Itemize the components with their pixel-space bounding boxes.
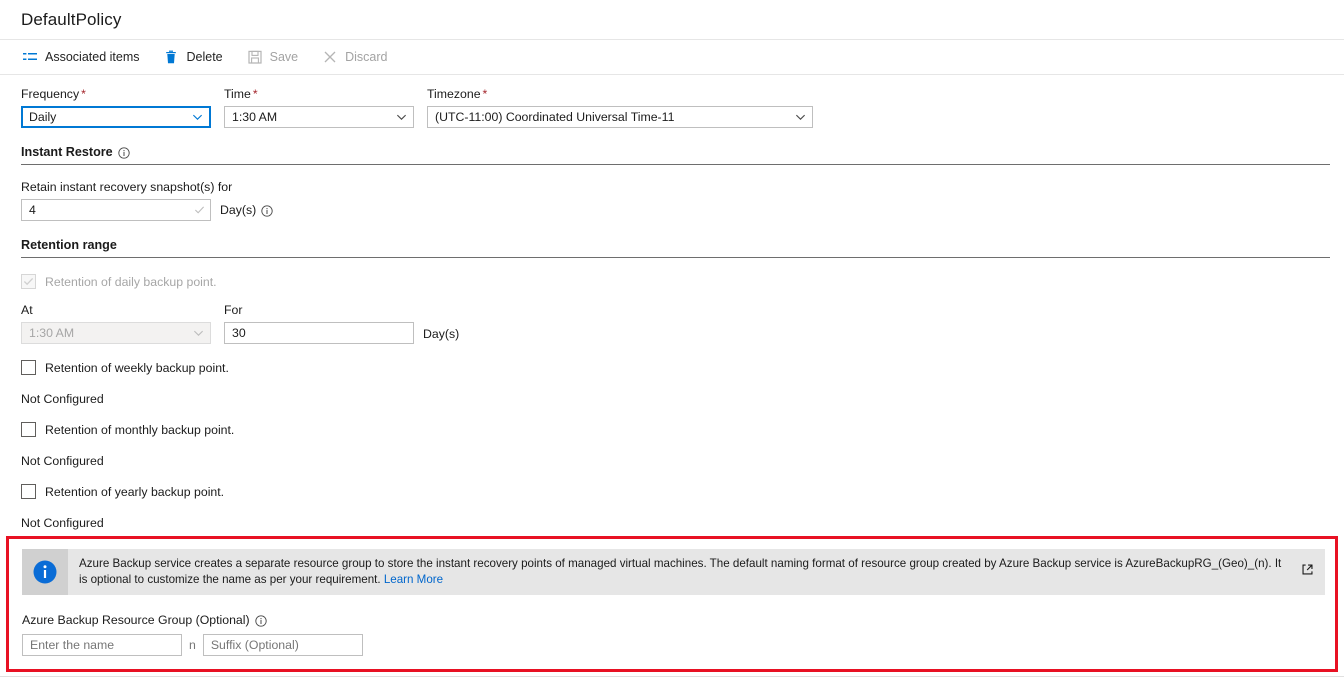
timezone-select[interactable]: (UTC-11:00) Coordinated Universal Time-1… bbox=[427, 106, 813, 128]
info-banner-icon-tile bbox=[22, 549, 68, 595]
discard-button[interactable]: Discard bbox=[318, 45, 397, 69]
resource-group-separator: n bbox=[189, 638, 196, 652]
monthly-status: Not Configured bbox=[21, 454, 104, 468]
timezone-field: Timezone * (UTC-11:00) Coordinated Univer… bbox=[427, 87, 813, 128]
info-icon[interactable] bbox=[254, 615, 267, 627]
weekly-status: Not Configured bbox=[21, 392, 104, 406]
required-marker: * bbox=[81, 87, 86, 101]
bottom-divider bbox=[0, 676, 1344, 677]
time-field: Time * 1:30 AM bbox=[224, 87, 414, 128]
yearly-retention-label: Retention of yearly backup point. bbox=[45, 484, 225, 499]
resource-group-suffix-input[interactable] bbox=[202, 634, 363, 656]
resource-group-name-input[interactable] bbox=[22, 634, 182, 656]
retain-days-field bbox=[21, 199, 211, 221]
at-select: 1:30 AM bbox=[21, 322, 211, 344]
weekly-retention-label: Retention of weekly backup point. bbox=[45, 360, 229, 375]
resource-group-suffix-field bbox=[202, 634, 363, 656]
for-days-input[interactable] bbox=[224, 322, 414, 344]
retention-range-title: Retention range bbox=[21, 238, 117, 252]
for-label: For bbox=[224, 303, 243, 317]
info-banner-message: Azure Backup service creates a separate … bbox=[79, 557, 1282, 586]
policy-form: Frequency * Daily Time * 1:30 AM Timezon… bbox=[0, 75, 1344, 530]
info-icon bbox=[33, 560, 57, 584]
time-select[interactable]: 1:30 AM bbox=[224, 106, 414, 128]
resource-group-label-row: Azure Backup Resource Group (Optional) bbox=[22, 613, 1325, 627]
retention-range-section: Retention range Retention of daily backu… bbox=[21, 238, 1330, 530]
delete-button[interactable]: Delete bbox=[159, 45, 232, 69]
save-button[interactable]: Save bbox=[243, 45, 309, 69]
frequency-label: Frequency * bbox=[21, 87, 86, 101]
for-units-label: Day(s) bbox=[423, 327, 460, 341]
list-icon bbox=[22, 49, 38, 65]
at-label: At bbox=[21, 303, 33, 317]
schedule-row: Frequency * Daily Time * 1:30 AM Timezon… bbox=[21, 87, 1330, 128]
retain-units-label: Day(s) bbox=[220, 203, 257, 217]
section-divider bbox=[21, 164, 1330, 165]
daily-schedule-row: At 1:30 AM For Day(s) bbox=[21, 303, 1330, 344]
instant-restore-title: Instant Restore bbox=[21, 145, 1330, 159]
chevron-down-icon bbox=[192, 114, 203, 120]
time-label: Time * bbox=[224, 87, 258, 101]
daily-retention-checkbox bbox=[21, 274, 36, 289]
learn-more-link[interactable]: Learn More bbox=[384, 573, 443, 586]
trash-icon bbox=[163, 49, 179, 65]
chevron-down-icon bbox=[193, 330, 204, 336]
page-header: DefaultPolicy bbox=[0, 0, 1344, 40]
daily-retention-row: Retention of daily backup point. bbox=[21, 274, 1330, 289]
time-value: 1:30 AM bbox=[232, 110, 278, 124]
daily-retention-label: Retention of daily backup point. bbox=[45, 274, 217, 289]
delete-label: Delete bbox=[186, 50, 223, 64]
timezone-label: Timezone * bbox=[427, 87, 488, 101]
section-divider bbox=[21, 257, 1330, 258]
weekly-retention-checkbox[interactable] bbox=[21, 360, 36, 375]
frequency-select[interactable]: Daily bbox=[21, 106, 211, 128]
required-marker: * bbox=[252, 87, 258, 101]
frequency-value: Daily bbox=[29, 110, 57, 124]
instant-restore-section: Instant Restore Retain instant recovery … bbox=[21, 145, 1330, 221]
resource-group-section: Azure Backup service creates a separate … bbox=[9, 539, 1335, 656]
frequency-field: Frequency * Daily bbox=[21, 87, 211, 128]
close-icon bbox=[322, 49, 338, 65]
save-icon bbox=[247, 49, 263, 65]
yearly-retention-row[interactable]: Retention of yearly backup point. bbox=[21, 484, 1330, 499]
resource-group-label: Azure Backup Resource Group (Optional) bbox=[22, 613, 250, 627]
monthly-retention-checkbox[interactable] bbox=[21, 422, 36, 437]
save-label: Save bbox=[269, 50, 299, 64]
command-bar: Associated items Delete Save Discard bbox=[0, 40, 1344, 75]
retain-row: Day(s) bbox=[21, 199, 1330, 221]
monthly-retention-label: Retention of monthly backup point. bbox=[45, 422, 235, 437]
yearly-status: Not Configured bbox=[21, 516, 104, 530]
associated-items-label: Associated items bbox=[45, 50, 140, 64]
retain-days-input[interactable] bbox=[21, 199, 211, 221]
at-value: 1:30 AM bbox=[29, 326, 75, 340]
retain-units: Day(s) bbox=[220, 203, 273, 217]
info-banner: Azure Backup service creates a separate … bbox=[22, 549, 1325, 595]
discard-label: Discard bbox=[345, 50, 388, 64]
resource-group-name-field bbox=[22, 634, 182, 656]
checkmark-icon bbox=[194, 206, 205, 214]
highlight-box: Azure Backup service creates a separate … bbox=[6, 536, 1338, 672]
info-icon[interactable] bbox=[261, 205, 273, 217]
for-field: For bbox=[224, 303, 414, 344]
resource-group-inputs: n bbox=[22, 634, 1325, 656]
retain-snapshots-label: Retain instant recovery snapshot(s) for bbox=[21, 180, 233, 194]
timezone-value: (UTC-11:00) Coordinated Universal Time-1… bbox=[435, 110, 675, 124]
monthly-retention-row[interactable]: Retention of monthly backup point. bbox=[21, 422, 1330, 437]
associated-items-button[interactable]: Associated items bbox=[18, 45, 149, 69]
required-marker: * bbox=[482, 87, 488, 101]
external-link-icon[interactable] bbox=[1301, 563, 1314, 576]
page-title: DefaultPolicy bbox=[21, 9, 122, 29]
yearly-retention-checkbox[interactable] bbox=[21, 484, 36, 499]
chevron-down-icon bbox=[396, 114, 407, 120]
at-field: At 1:30 AM bbox=[21, 303, 211, 344]
weekly-retention-row[interactable]: Retention of weekly backup point. bbox=[21, 360, 1330, 375]
chevron-down-icon bbox=[795, 114, 806, 120]
info-banner-text: Azure Backup service creates a separate … bbox=[68, 549, 1325, 595]
checkmark-icon bbox=[23, 277, 34, 286]
info-icon[interactable] bbox=[118, 147, 130, 159]
